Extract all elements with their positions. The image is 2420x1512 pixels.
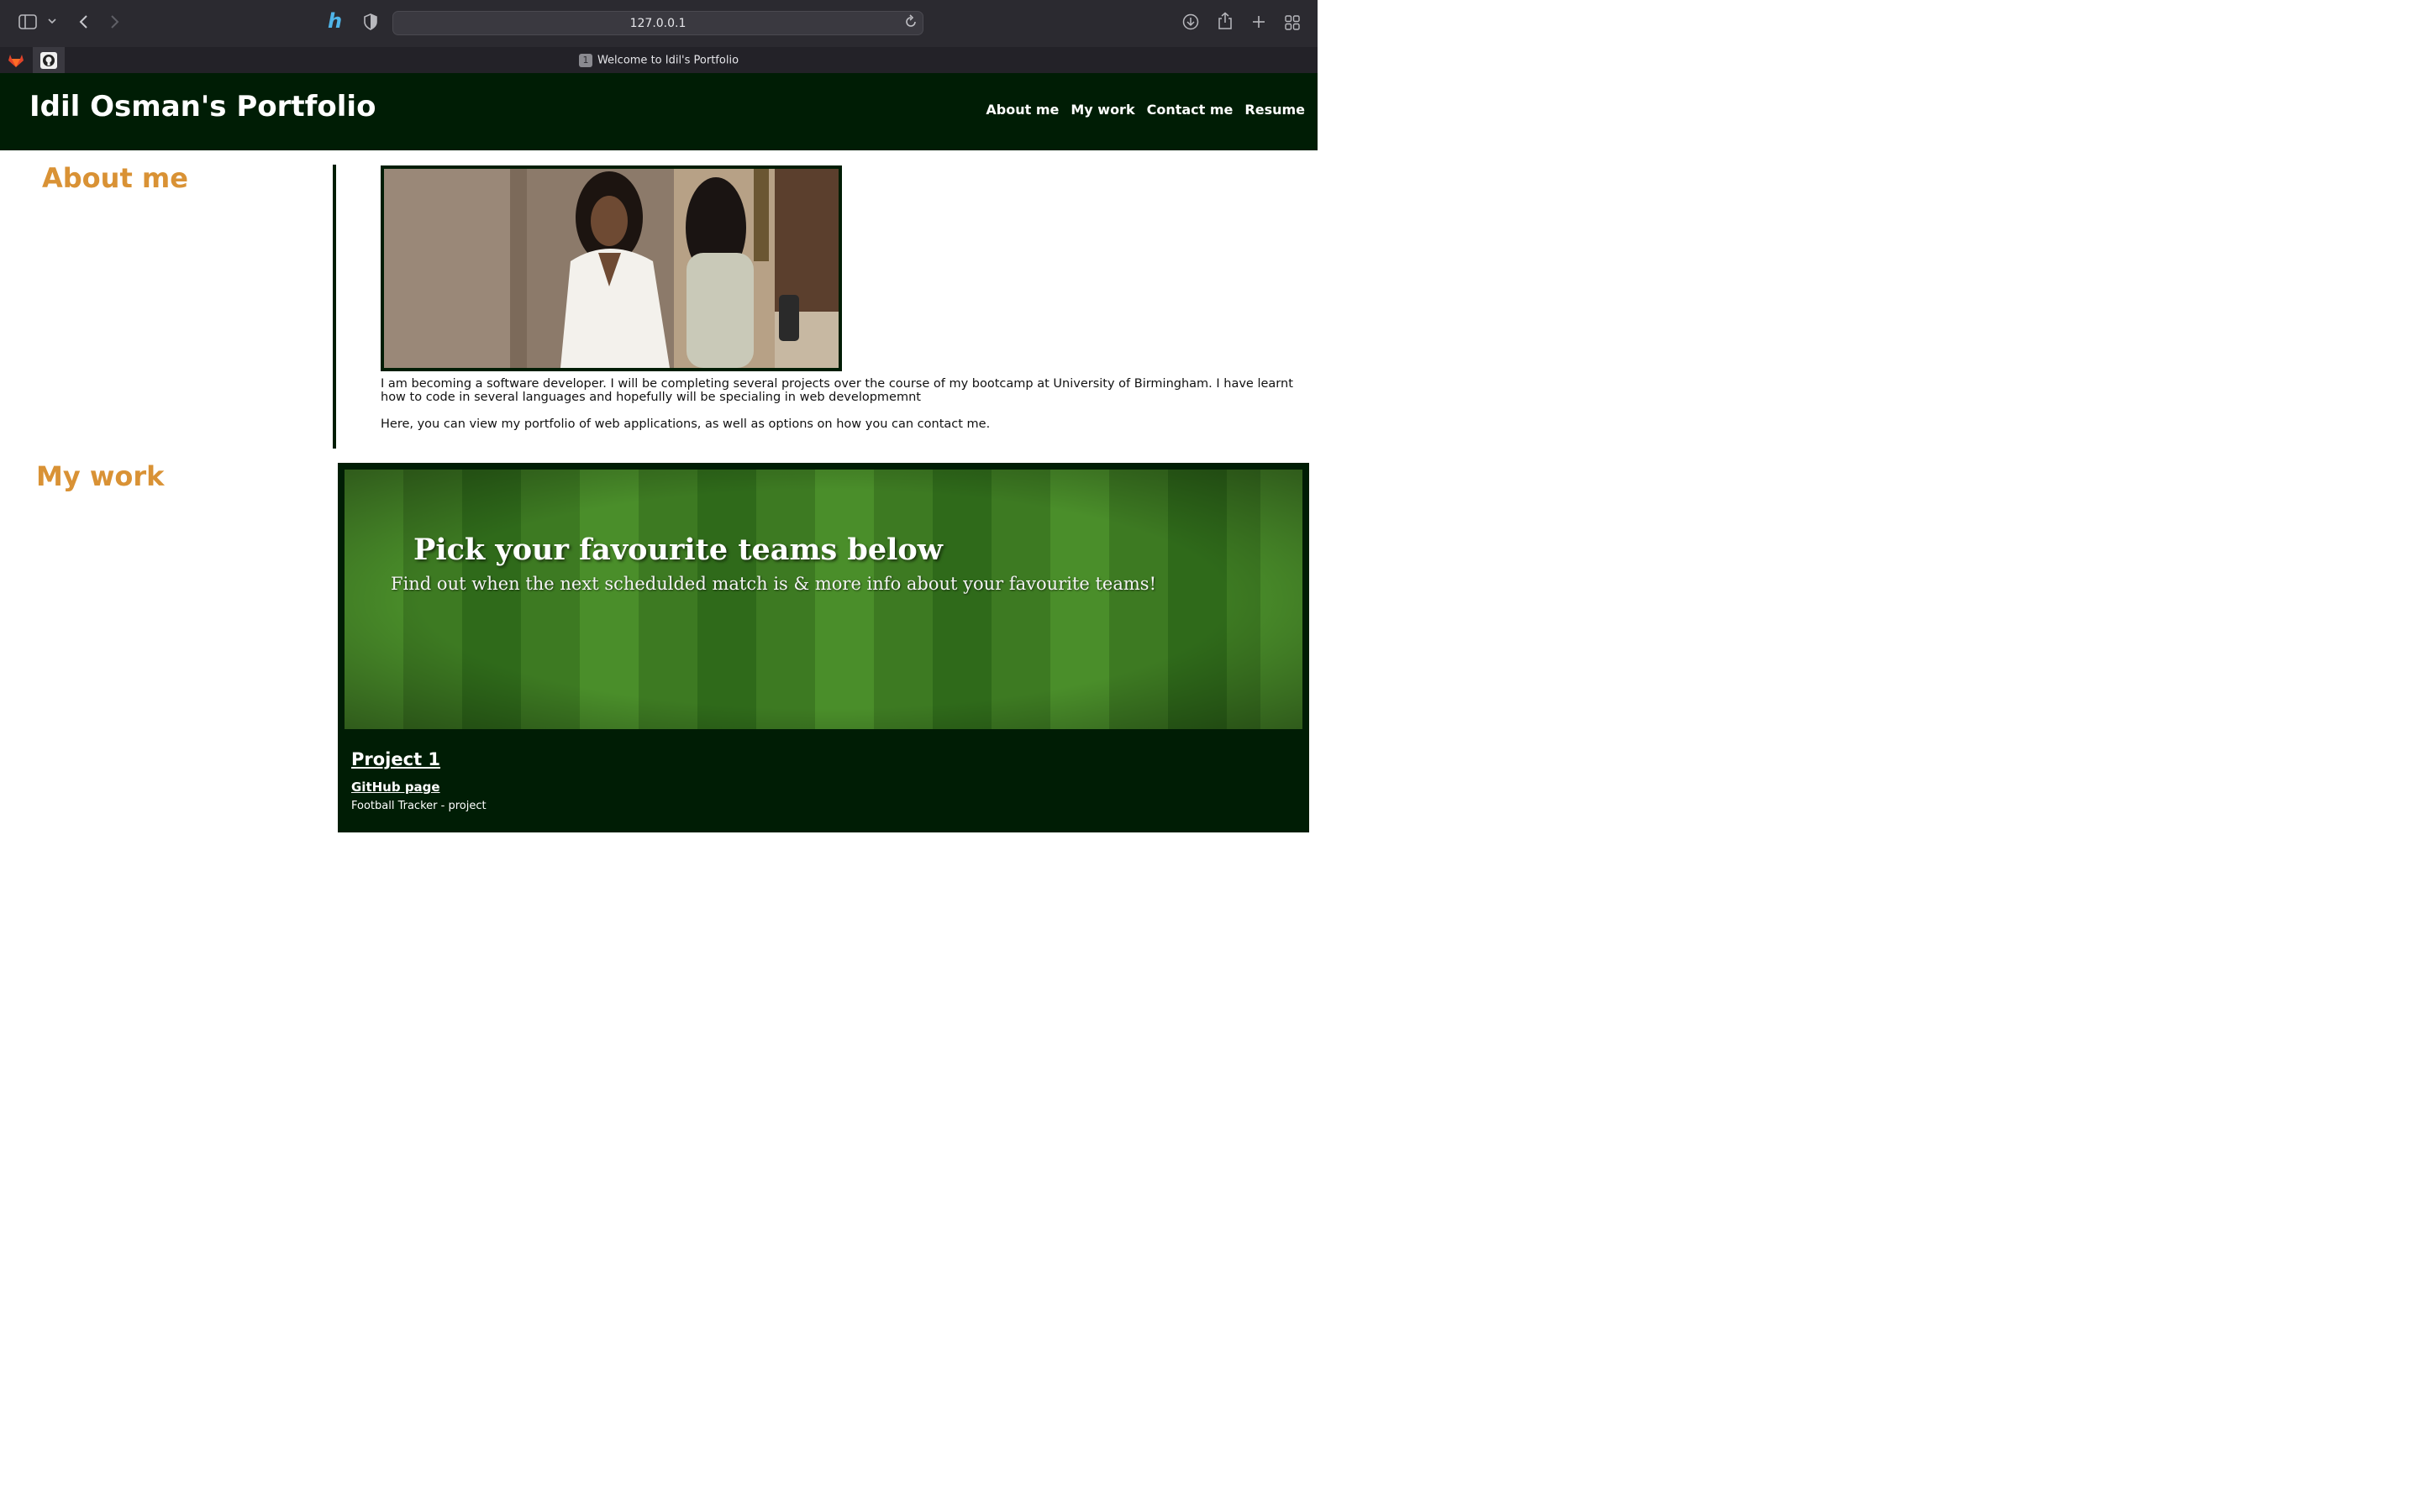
- work-heading: My work: [36, 460, 165, 492]
- main-nav: About me My work Contact me Resume: [986, 102, 1305, 118]
- chevron-down-icon[interactable]: [47, 13, 57, 35]
- grass-stripes: [345, 470, 1302, 729]
- about-divider: [333, 165, 336, 449]
- browser-chrome: h 127.0.0.1 1 Welcome to Idil's Portfoli…: [0, 0, 1318, 73]
- nav-about-me[interactable]: About me: [986, 102, 1059, 118]
- honey-extension-icon[interactable]: h: [328, 11, 342, 31]
- tab-title: Welcome to Idil's Portfolio: [597, 54, 739, 67]
- nav-resume[interactable]: Resume: [1244, 102, 1305, 118]
- grid-icon[interactable]: [1285, 14, 1300, 34]
- active-tab[interactable]: 1 Welcome to Idil's Portfolio: [0, 54, 1318, 67]
- url-text: 127.0.0.1: [629, 17, 687, 30]
- nav-contact-me[interactable]: Contact me: [1147, 102, 1234, 118]
- url-bar[interactable]: 127.0.0.1: [392, 11, 923, 35]
- about-paragraph-1: I am becoming a software developer. I wi…: [381, 377, 1293, 404]
- profile-photo-illustration: [384, 169, 839, 368]
- project-banner[interactable]: Pick your favourite teams below Find out…: [345, 470, 1302, 729]
- profile-photo: [381, 165, 842, 371]
- back-icon[interactable]: [77, 13, 89, 34]
- shield-icon[interactable]: [363, 13, 378, 34]
- forward-icon[interactable]: [109, 13, 121, 34]
- site-header: Idil Osman's Portfolio About me My work …: [0, 73, 1318, 150]
- site-title: Idil Osman's Portfolio: [29, 90, 376, 123]
- about-heading: About me: [42, 162, 188, 194]
- browser-toolbar: h 127.0.0.1: [0, 0, 1318, 47]
- tab-row: 1 Welcome to Idil's Portfolio: [0, 47, 1318, 73]
- about-text: I am becoming a software developer. I wi…: [381, 377, 1301, 444]
- sidebar-icon[interactable]: [18, 13, 37, 34]
- nav-my-work[interactable]: My work: [1071, 102, 1134, 118]
- banner-title: Pick your favourite teams below: [413, 533, 943, 567]
- download-icon[interactable]: [1182, 13, 1199, 34]
- reload-icon[interactable]: [904, 14, 918, 33]
- project-title[interactable]: Project 1: [351, 749, 440, 769]
- project-description: Football Tracker - project: [351, 800, 487, 812]
- tab-badge: 1: [578, 54, 592, 67]
- about-paragraph-2: Here, you can view my portfolio of web a…: [381, 417, 991, 431]
- plus-icon[interactable]: [1251, 13, 1266, 34]
- share-icon[interactable]: [1218, 12, 1233, 34]
- project-card: Pick your favourite teams below Find out…: [338, 463, 1309, 832]
- banner-subtitle: Find out when the next schedulded match …: [391, 574, 1157, 594]
- github-page-link[interactable]: GitHub page: [351, 780, 440, 795]
